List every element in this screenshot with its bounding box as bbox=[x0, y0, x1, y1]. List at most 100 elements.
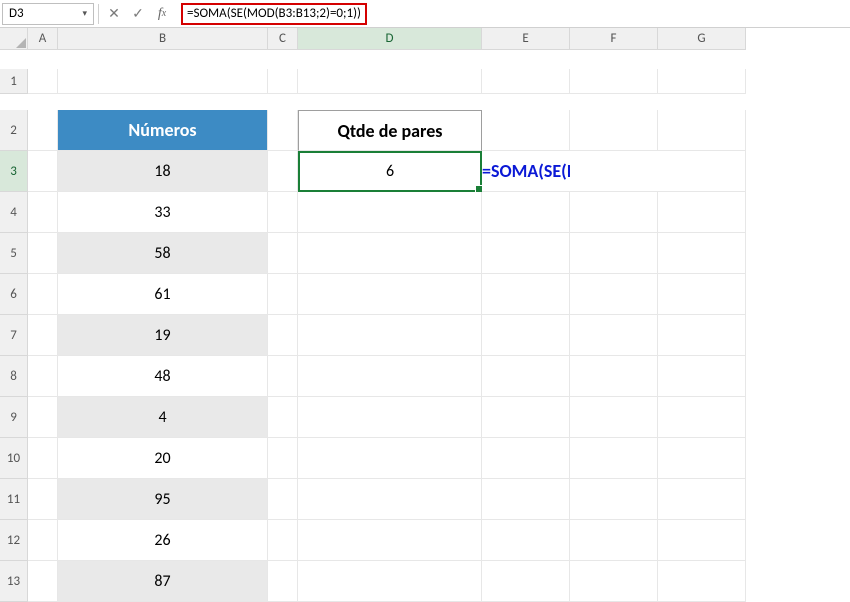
check-icon[interactable]: ✓ bbox=[127, 3, 149, 25]
cell-E7[interactable] bbox=[482, 315, 570, 356]
cell-G2[interactable] bbox=[658, 110, 746, 151]
cell-A6[interactable] bbox=[28, 274, 58, 315]
cell-E9[interactable] bbox=[482, 397, 570, 438]
cell-B7[interactable]: 19 bbox=[58, 315, 268, 356]
cell-G9[interactable] bbox=[658, 397, 746, 438]
cell-F1[interactable] bbox=[570, 69, 658, 94]
cell-A5[interactable] bbox=[28, 233, 58, 274]
header-qtde[interactable]: Qtde de pares bbox=[298, 110, 482, 151]
col-header-C[interactable]: C bbox=[268, 28, 298, 50]
row-header-11[interactable]: 11 bbox=[0, 479, 28, 520]
row-header-6[interactable]: 6 bbox=[0, 274, 28, 315]
cell-E13[interactable] bbox=[482, 561, 570, 602]
cell-B10[interactable]: 20 bbox=[58, 438, 268, 479]
cell-E11[interactable] bbox=[482, 479, 570, 520]
cell-F8[interactable] bbox=[570, 356, 658, 397]
cell-F5[interactable] bbox=[570, 233, 658, 274]
cell-C13[interactable] bbox=[268, 561, 298, 602]
cell-F13[interactable] bbox=[570, 561, 658, 602]
cell-G3[interactable] bbox=[658, 151, 746, 192]
cell-C7[interactable] bbox=[268, 315, 298, 356]
cell-F2[interactable] bbox=[570, 110, 658, 151]
select-all-corner[interactable] bbox=[0, 28, 28, 50]
cell-E1[interactable] bbox=[482, 69, 570, 94]
row-header-5[interactable]: 5 bbox=[0, 233, 28, 274]
cell-A2[interactable] bbox=[28, 110, 58, 151]
cell-E3[interactable]: =SOMA(SE(MOD(B3:B13;2)=0;1)) bbox=[482, 151, 570, 192]
cell-A4[interactable] bbox=[28, 192, 58, 233]
row-header-9[interactable]: 9 bbox=[0, 397, 28, 438]
cell-G8[interactable] bbox=[658, 356, 746, 397]
cell-B9[interactable]: 4 bbox=[58, 397, 268, 438]
cell-G13[interactable] bbox=[658, 561, 746, 602]
cell-A12[interactable] bbox=[28, 520, 58, 561]
cell-F10[interactable] bbox=[570, 438, 658, 479]
cell-G6[interactable] bbox=[658, 274, 746, 315]
cell-E4[interactable] bbox=[482, 192, 570, 233]
cell-C3[interactable] bbox=[268, 151, 298, 192]
fx-icon[interactable]: fx bbox=[151, 3, 173, 25]
cell-D12[interactable] bbox=[298, 520, 482, 561]
cell-C9[interactable] bbox=[268, 397, 298, 438]
cell-C8[interactable] bbox=[268, 356, 298, 397]
spreadsheet-grid[interactable]: A B C D E F G 1 2 Números Qtde de pares … bbox=[0, 28, 850, 602]
cell-C10[interactable] bbox=[268, 438, 298, 479]
row-header-8[interactable]: 8 bbox=[0, 356, 28, 397]
cell-D1[interactable] bbox=[298, 69, 482, 94]
cell-C4[interactable] bbox=[268, 192, 298, 233]
col-header-D[interactable]: D bbox=[298, 28, 482, 50]
cell-C12[interactable] bbox=[268, 520, 298, 561]
cell-A7[interactable] bbox=[28, 315, 58, 356]
cell-A11[interactable] bbox=[28, 479, 58, 520]
cell-B5[interactable]: 58 bbox=[58, 233, 268, 274]
cell-D5[interactable] bbox=[298, 233, 482, 274]
cell-G5[interactable] bbox=[658, 233, 746, 274]
cell-A13[interactable] bbox=[28, 561, 58, 602]
cell-A9[interactable] bbox=[28, 397, 58, 438]
cell-B11[interactable]: 95 bbox=[58, 479, 268, 520]
cell-B8[interactable]: 48 bbox=[58, 356, 268, 397]
cell-D7[interactable] bbox=[298, 315, 482, 356]
cell-G10[interactable] bbox=[658, 438, 746, 479]
cell-F12[interactable] bbox=[570, 520, 658, 561]
cell-C5[interactable] bbox=[268, 233, 298, 274]
col-header-E[interactable]: E bbox=[482, 28, 570, 50]
cell-D3-selected[interactable]: 6 bbox=[298, 151, 482, 192]
cell-F6[interactable] bbox=[570, 274, 658, 315]
col-header-F[interactable]: F bbox=[570, 28, 658, 50]
cell-D4[interactable] bbox=[298, 192, 482, 233]
cell-D9[interactable] bbox=[298, 397, 482, 438]
header-numeros[interactable]: Números bbox=[58, 110, 268, 151]
cell-C6[interactable] bbox=[268, 274, 298, 315]
row-header-3[interactable]: 3 bbox=[0, 151, 28, 192]
cell-G7[interactable] bbox=[658, 315, 746, 356]
row-header-7[interactable]: 7 bbox=[0, 315, 28, 356]
cell-E6[interactable] bbox=[482, 274, 570, 315]
cell-F9[interactable] bbox=[570, 397, 658, 438]
cell-D6[interactable] bbox=[298, 274, 482, 315]
cell-G4[interactable] bbox=[658, 192, 746, 233]
cell-F11[interactable] bbox=[570, 479, 658, 520]
cell-C11[interactable] bbox=[268, 479, 298, 520]
cell-F3[interactable] bbox=[570, 151, 658, 192]
formula-input[interactable]: =SOMA(SE(MOD(B3:B13;2)=0;1)) bbox=[175, 3, 848, 25]
cancel-icon[interactable]: ✕ bbox=[103, 3, 125, 25]
cell-G1[interactable] bbox=[658, 69, 746, 94]
col-header-B[interactable]: B bbox=[58, 28, 268, 50]
chevron-down-icon[interactable]: ▾ bbox=[82, 8, 87, 19]
cell-E12[interactable] bbox=[482, 520, 570, 561]
cell-G11[interactable] bbox=[658, 479, 746, 520]
col-header-G[interactable]: G bbox=[658, 28, 746, 50]
row-header-12[interactable]: 12 bbox=[0, 520, 28, 561]
cell-E8[interactable] bbox=[482, 356, 570, 397]
cell-B4[interactable]: 33 bbox=[58, 192, 268, 233]
cell-D13[interactable] bbox=[298, 561, 482, 602]
cell-D10[interactable] bbox=[298, 438, 482, 479]
cell-C1[interactable] bbox=[268, 69, 298, 94]
cell-A3[interactable] bbox=[28, 151, 58, 192]
name-box[interactable]: D3 ▾ bbox=[2, 3, 94, 25]
row-header-2[interactable]: 2 bbox=[0, 110, 28, 151]
row-header-13[interactable]: 13 bbox=[0, 561, 28, 602]
cell-B6[interactable]: 61 bbox=[58, 274, 268, 315]
row-header-10[interactable]: 10 bbox=[0, 438, 28, 479]
